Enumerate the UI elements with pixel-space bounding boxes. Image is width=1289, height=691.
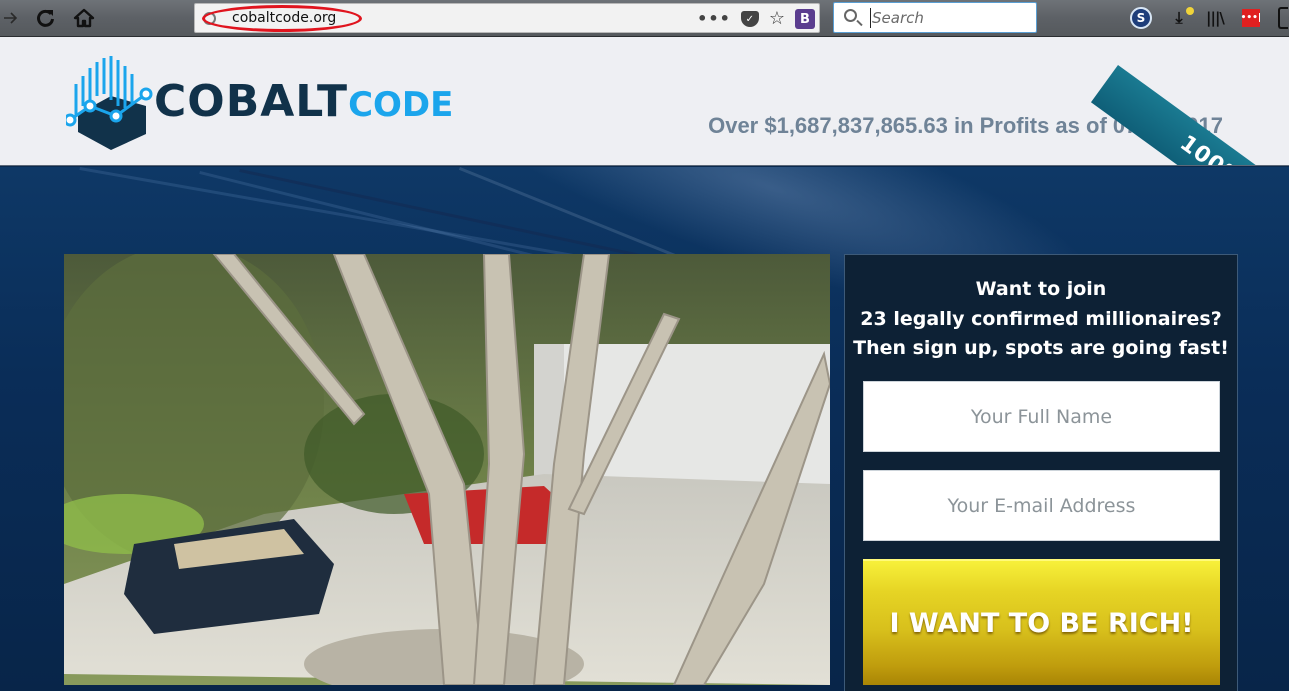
video-frame-image — [64, 254, 830, 685]
page-actions-menu-icon[interactable]: ••• — [697, 11, 731, 27]
home-button[interactable] — [70, 5, 98, 31]
search-input[interactable] — [870, 8, 1030, 28]
pocket-icon[interactable]: ✓ — [740, 11, 759, 27]
logo-secondary: CODE — [348, 85, 454, 125]
search-bar[interactable] — [833, 2, 1037, 33]
reload-button[interactable] — [32, 5, 60, 31]
promo-video[interactable] — [64, 254, 830, 685]
forward-arrow-icon — [4, 12, 18, 24]
browser-toolbar: cobaltcode.org ••• ✓ ☆ B S ⤓ |||\ •••| — [0, 0, 1289, 37]
address-bar[interactable]: cobaltcode.org ••• ✓ ☆ B — [194, 3, 820, 33]
logo-mark-icon — [66, 56, 153, 150]
hero-section: Want to join 23 legally confirmed millio… — [0, 167, 1289, 691]
s-extension-icon[interactable]: S — [1130, 7, 1152, 29]
extension-b-icon[interactable]: B — [795, 9, 815, 29]
url-text[interactable]: cobaltcode.org — [232, 10, 336, 26]
email-input[interactable] — [863, 470, 1220, 541]
signup-heading-line: Want to join — [975, 278, 1107, 300]
ribbon-text: 100% FREE — [1111, 83, 1289, 165]
signup-heading-line: Then sign up, spots are going fast! — [853, 337, 1229, 359]
reload-icon — [37, 9, 54, 27]
site-info-icon[interactable] — [203, 12, 216, 25]
logo-primary: COBALT — [154, 76, 349, 127]
signup-panel: Want to join 23 legally confirmed millio… — [844, 254, 1238, 691]
downloads-icon[interactable]: ⤓ — [1170, 7, 1194, 29]
full-name-input[interactable] — [863, 381, 1220, 452]
signup-heading-line: 23 legally confirmed millionaires? — [860, 307, 1222, 330]
cobaltcode-logo[interactable]: COBALTCODE — [66, 54, 496, 150]
red-extension-icon[interactable]: •••| — [1241, 9, 1261, 27]
site-header: COBALTCODE Over $1,687,837,865.63 in Pro… — [0, 37, 1289, 166]
forward-button[interactable] — [0, 5, 22, 31]
home-icon — [73, 8, 95, 28]
bookmark-star-icon[interactable]: ☆ — [769, 10, 785, 28]
submit-signup-button[interactable]: I WANT TO BE RICH! — [863, 559, 1220, 685]
extension-icons: S ⤓ |||\ •••| — [1130, 5, 1288, 31]
library-icon[interactable]: |||\ — [1206, 9, 1225, 27]
page-actions: ••• ✓ ☆ B — [697, 7, 815, 31]
logo-wordmark: COBALTCODE — [154, 80, 453, 124]
overflow-icon[interactable] — [1277, 7, 1288, 29]
search-icon — [844, 9, 857, 22]
signup-heading: Want to join 23 legally confirmed millio… — [845, 275, 1237, 364]
